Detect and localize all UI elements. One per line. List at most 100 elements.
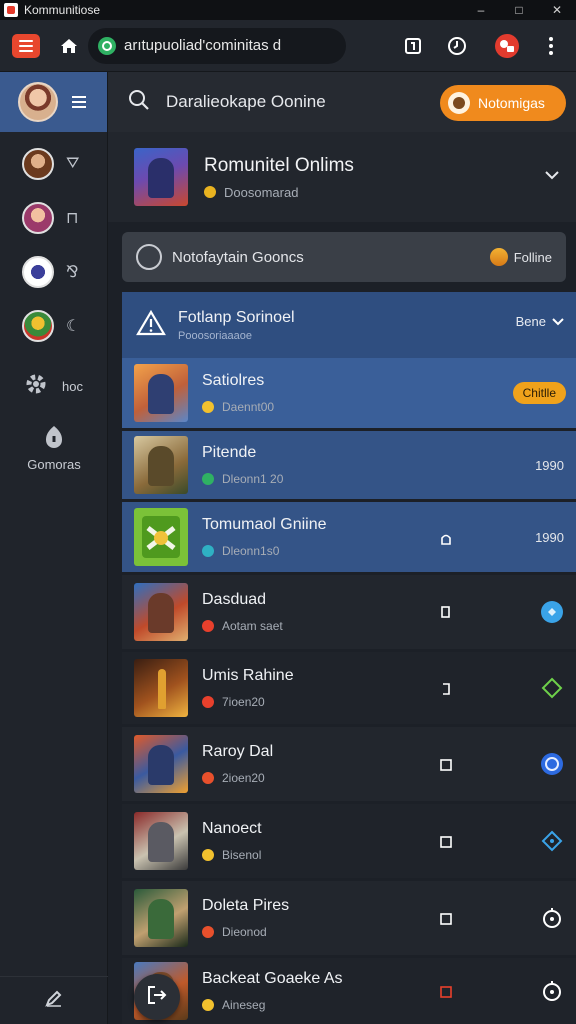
warning-icon bbox=[136, 309, 166, 341]
featured-game[interactable]: Romunitel Onlims Doosomarad bbox=[108, 132, 576, 222]
game-row[interactable]: Umis Rahine 7ioen20 bbox=[122, 652, 576, 724]
tabs-icon[interactable] bbox=[398, 31, 428, 61]
clock-icon[interactable] bbox=[442, 31, 472, 61]
edit-icon[interactable] bbox=[44, 988, 64, 1013]
status-dot bbox=[202, 401, 214, 413]
game-subtitle: Dieonod bbox=[222, 925, 267, 939]
status-dot bbox=[202, 545, 214, 557]
game-title: Nanoect bbox=[202, 820, 262, 837]
tag-icon[interactable] bbox=[540, 829, 564, 853]
game-subtitle: Dleonn1s0 bbox=[222, 544, 280, 558]
sidebar-header bbox=[0, 72, 107, 132]
game-title: Raroy Dal bbox=[202, 743, 274, 760]
search-input[interactable]: Daralieokape Oonine bbox=[166, 92, 326, 112]
game-title: Pitende bbox=[202, 444, 257, 461]
section-header: Fotlanp Sorinoel Pooosoriaaaoe Bene bbox=[122, 292, 576, 358]
sidebar-item-settings[interactable]: hoc bbox=[22, 370, 83, 403]
game-subtitle: 2ioen20 bbox=[222, 771, 265, 785]
sidebar-item-1[interactable]: ⛛ bbox=[22, 148, 79, 180]
game-row[interactable]: Tomumaol Gniine Dleonn1s0 1990 bbox=[122, 502, 576, 572]
notifications-button[interactable]: Notomigas bbox=[440, 85, 566, 121]
game-row[interactable]: Pitende Dleonn1 20 1990 bbox=[122, 431, 576, 499]
game-thumbnail bbox=[134, 735, 188, 793]
game-subtitle: Dleonn1 20 bbox=[222, 472, 284, 486]
home-icon[interactable] bbox=[54, 31, 84, 61]
sidebar: ⛛ ⊓ ⅋ ☾ hoc Gomoras bbox=[0, 72, 108, 1024]
sidebar-menu-icon[interactable] bbox=[72, 96, 86, 108]
timer-icon[interactable] bbox=[540, 979, 564, 1003]
notice-banner[interactable]: Notofaytain Gooncs Folline bbox=[122, 232, 566, 282]
bracket-icon bbox=[440, 682, 452, 695]
status-dot bbox=[202, 999, 214, 1011]
square-icon bbox=[440, 605, 452, 618]
game-title: Doleta Pires bbox=[202, 897, 290, 914]
game-thumbnail bbox=[134, 889, 188, 947]
game-row[interactable]: Dasduad Aotam saet bbox=[122, 575, 576, 649]
logout-icon bbox=[146, 984, 168, 1011]
friend-avatar bbox=[22, 148, 54, 180]
sidebar-item-2[interactable]: ⊓ bbox=[22, 202, 78, 234]
friend-avatar bbox=[22, 202, 54, 234]
game-subtitle: Daennt00 bbox=[222, 400, 275, 414]
address-bar[interactable]: arıtupuoliad'cominitas d bbox=[88, 27, 346, 64]
diamond-icon[interactable] bbox=[540, 676, 564, 700]
sidebar-footer bbox=[0, 976, 108, 1024]
chevron-down-icon[interactable] bbox=[544, 168, 560, 186]
status-circle-icon[interactable] bbox=[540, 752, 564, 776]
sort-label: Bene bbox=[515, 314, 546, 329]
sidebar-item-3[interactable]: ⅋ bbox=[22, 256, 78, 288]
square-icon bbox=[440, 985, 452, 998]
notice-text: Notofaytain Gooncs bbox=[172, 248, 304, 266]
sidebar-item-glyph: ☾ bbox=[66, 318, 81, 335]
status-circle-icon[interactable] bbox=[540, 600, 564, 624]
game-subtitle: Aineseg bbox=[222, 998, 266, 1012]
search-icon bbox=[128, 89, 150, 116]
game-value: 1990 bbox=[535, 529, 564, 545]
game-row[interactable]: Satiolres Daennt00 Chitlle bbox=[122, 358, 576, 428]
more-options-icon[interactable] bbox=[536, 31, 566, 61]
game-row[interactable]: Nanoect Bisenol bbox=[122, 804, 576, 878]
search-bar[interactable]: Daralieokape Oonine Notomigas bbox=[108, 72, 576, 132]
featured-game-subtitle: Doosomarad bbox=[224, 184, 299, 200]
status-dot bbox=[202, 849, 214, 861]
menu-button[interactable] bbox=[12, 33, 40, 58]
game-thumbnail bbox=[134, 812, 188, 870]
sidebar-item-4[interactable]: ☾ bbox=[22, 310, 80, 342]
compass-icon bbox=[136, 244, 162, 270]
timer-icon[interactable] bbox=[540, 906, 564, 930]
lock-icon bbox=[440, 532, 452, 545]
square-icon bbox=[440, 758, 452, 771]
game-subtitle: 7ioen20 bbox=[222, 695, 265, 709]
status-dot bbox=[202, 473, 214, 485]
user-avatar[interactable] bbox=[18, 82, 58, 122]
app-icon bbox=[4, 3, 18, 17]
maximize-button[interactable]: □ bbox=[500, 0, 538, 20]
status-dot bbox=[202, 926, 214, 938]
game-thumbnail bbox=[134, 436, 188, 494]
game-thumbnail bbox=[134, 508, 188, 566]
game-row[interactable]: Raroy Dal 2ioen20 bbox=[122, 727, 576, 801]
game-thumbnail bbox=[134, 583, 188, 641]
game-row[interactable]: Doleta Pires Dieonod bbox=[122, 881, 576, 955]
minimize-button[interactable]: – bbox=[462, 0, 500, 20]
exit-button[interactable] bbox=[134, 974, 180, 1020]
window-title: Kommunitiose bbox=[24, 3, 101, 17]
site-security-icon bbox=[98, 36, 116, 55]
sort-dropdown[interactable]: Bene bbox=[516, 314, 564, 329]
featured-game-thumbnail bbox=[134, 148, 188, 206]
extension-icon[interactable] bbox=[492, 31, 522, 61]
notification-avatar-icon bbox=[448, 92, 470, 114]
status-dot bbox=[202, 772, 214, 784]
square-icon bbox=[440, 912, 452, 925]
game-subtitle: Aotam saet bbox=[222, 619, 283, 633]
controller-icon bbox=[42, 426, 66, 454]
chevron-down-icon bbox=[552, 314, 564, 329]
sidebar-item-label: hoc bbox=[62, 379, 83, 394]
game-row[interactable]: Backeat Goaeke As Aineseg bbox=[122, 958, 576, 1024]
browser-toolbar: arıtupuoliad'cominitas d bbox=[0, 20, 576, 72]
close-button[interactable]: ✕ bbox=[538, 0, 576, 20]
status-orb-icon bbox=[489, 248, 508, 266]
section-subtitle: Pooosoriaaaoe bbox=[178, 329, 253, 342]
notice-action[interactable]: Folline bbox=[489, 248, 552, 266]
sidebar-item-games[interactable]: Gomoras bbox=[0, 424, 108, 472]
